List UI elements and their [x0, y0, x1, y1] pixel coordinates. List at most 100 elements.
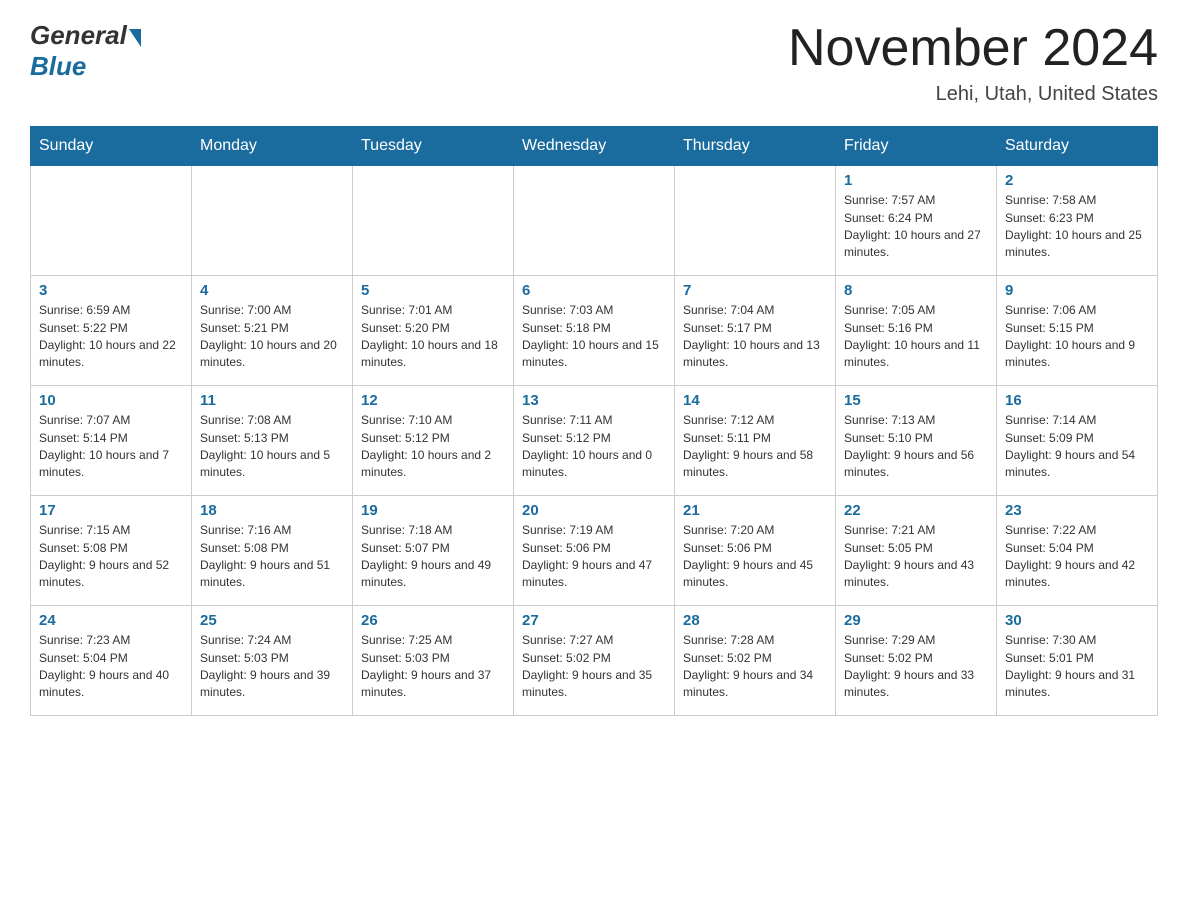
calendar-cell [31, 166, 192, 276]
day-number: 11 [200, 392, 344, 409]
calendar-cell: 27Sunrise: 7:27 AMSunset: 5:02 PMDayligh… [514, 606, 675, 716]
calendar-table: SundayMondayTuesdayWednesdayThursdayFrid… [30, 126, 1158, 716]
calendar-cell: 15 Sunrise: 7:13 AMSunset: 5:10 PMDayligh… [836, 386, 997, 496]
calendar-cell: 10 Sunrise: 7:07 AMSunset: 5:14 PMDayligh… [31, 386, 192, 496]
day-number: 23 [1005, 502, 1149, 519]
day-info: Sunrise: 7:12 AMSunset: 5:11 PMDaylight:… [683, 412, 827, 482]
calendar-cell: 6 Sunrise: 7:03 AMSunset: 5:18 PMDaylight… [514, 276, 675, 386]
day-info: Sunrise: 7:57 AMSunset: 6:24 PMDaylight:… [844, 192, 988, 262]
calendar-cell: 4Sunrise: 7:00 AMSunset: 5:21 PMDaylight… [192, 276, 353, 386]
logo: General Blue [30, 20, 141, 82]
weekday-header-wednesday: Wednesday [514, 127, 675, 166]
weekday-header-tuesday: Tuesday [353, 127, 514, 166]
logo-general-text: General [30, 20, 127, 51]
day-number: 9 [1005, 282, 1149, 299]
calendar-week-5: 24Sunrise: 7:23 AMSunset: 5:04 PMDayligh… [31, 606, 1158, 716]
day-number: 7 [683, 282, 827, 299]
day-number: 22 [844, 502, 988, 519]
calendar-week-4: 17 Sunrise: 7:15 AMSunset: 5:08 PMDayligh… [31, 496, 1158, 606]
calendar-cell: 19Sunrise: 7:18 AMSunset: 5:07 PMDayligh… [353, 496, 514, 606]
weekday-header-friday: Friday [836, 127, 997, 166]
weekday-header-row: SundayMondayTuesdayWednesdayThursdayFrid… [31, 127, 1158, 166]
day-info: Sunrise: 7:23 AMSunset: 5:04 PMDaylight:… [39, 632, 183, 702]
day-info: Sunrise: 7:16 AMSunset: 5:08 PMDaylight:… [200, 522, 344, 592]
day-info: Sunrise: 7:08 AMSunset: 5:13 PMDaylight:… [200, 412, 344, 482]
day-number: 25 [200, 612, 344, 629]
day-number: 14 [683, 392, 827, 409]
month-title: November 2024 [788, 20, 1158, 77]
calendar-cell: 21Sunrise: 7:20 AMSunset: 5:06 PMDayligh… [675, 496, 836, 606]
day-info: Sunrise: 7:01 AMSunset: 5:20 PMDaylight:… [361, 302, 505, 372]
calendar-cell: 13 Sunrise: 7:11 AMSunset: 5:12 PMDayligh… [514, 386, 675, 496]
day-number: 2 [1005, 172, 1149, 189]
calendar-cell: 7 Sunrise: 7:04 AMSunset: 5:17 PMDaylight… [675, 276, 836, 386]
day-number: 4 [200, 282, 344, 299]
day-number: 21 [683, 502, 827, 519]
day-info: Sunrise: 7:13 AMSunset: 5:10 PMDaylight:… [844, 412, 988, 482]
day-number: 27 [522, 612, 666, 629]
calendar-cell: 18 Sunrise: 7:16 AMSunset: 5:08 PMDayligh… [192, 496, 353, 606]
day-number: 3 [39, 282, 183, 299]
day-number: 17 [39, 502, 183, 519]
calendar-cell [675, 166, 836, 276]
calendar-cell: 28 Sunrise: 7:28 AMSunset: 5:02 PMDayligh… [675, 606, 836, 716]
weekday-header-sunday: Sunday [31, 127, 192, 166]
calendar-week-3: 10 Sunrise: 7:07 AMSunset: 5:14 PMDayligh… [31, 386, 1158, 496]
logo-arrow-icon [129, 29, 141, 47]
day-info: Sunrise: 7:14 AMSunset: 5:09 PMDaylight:… [1005, 412, 1149, 482]
calendar-cell: 2 Sunrise: 7:58 AMSunset: 6:23 PMDaylight… [997, 166, 1158, 276]
calendar-cell: 1 Sunrise: 7:57 AMSunset: 6:24 PMDaylight… [836, 166, 997, 276]
calendar-cell: 12 Sunrise: 7:10 AMSunset: 5:12 PMDayligh… [353, 386, 514, 496]
day-info: Sunrise: 7:10 AMSunset: 5:12 PMDaylight:… [361, 412, 505, 482]
day-info: Sunrise: 7:15 AMSunset: 5:08 PMDaylight:… [39, 522, 183, 592]
weekday-header-saturday: Saturday [997, 127, 1158, 166]
calendar-cell: 3 Sunrise: 6:59 AMSunset: 5:22 PMDaylight… [31, 276, 192, 386]
day-info: Sunrise: 7:25 AMSunset: 5:03 PMDaylight:… [361, 632, 505, 702]
day-info: Sunrise: 7:30 AMSunset: 5:01 PMDaylight:… [1005, 632, 1149, 702]
day-info: Sunrise: 7:19 AMSunset: 5:06 PMDaylight:… [522, 522, 666, 592]
calendar-cell: 20 Sunrise: 7:19 AMSunset: 5:06 PMDayligh… [514, 496, 675, 606]
day-info: Sunrise: 7:11 AMSunset: 5:12 PMDaylight:… [522, 412, 666, 482]
day-number: 8 [844, 282, 988, 299]
day-number: 30 [1005, 612, 1149, 629]
calendar-week-2: 3 Sunrise: 6:59 AMSunset: 5:22 PMDaylight… [31, 276, 1158, 386]
calendar-cell [353, 166, 514, 276]
calendar-week-1: 1 Sunrise: 7:57 AMSunset: 6:24 PMDaylight… [31, 166, 1158, 276]
day-number: 6 [522, 282, 666, 299]
day-info: Sunrise: 7:28 AMSunset: 5:02 PMDaylight:… [683, 632, 827, 702]
calendar-cell: 5 Sunrise: 7:01 AMSunset: 5:20 PMDaylight… [353, 276, 514, 386]
day-number: 28 [683, 612, 827, 629]
day-info: Sunrise: 7:22 AMSunset: 5:04 PMDaylight:… [1005, 522, 1149, 592]
day-info: Sunrise: 7:03 AMSunset: 5:18 PMDaylight:… [522, 302, 666, 372]
day-info: Sunrise: 7:21 AMSunset: 5:05 PMDaylight:… [844, 522, 988, 592]
day-number: 29 [844, 612, 988, 629]
day-number: 13 [522, 392, 666, 409]
day-info: Sunrise: 7:58 AMSunset: 6:23 PMDaylight:… [1005, 192, 1149, 262]
calendar-cell: 25 Sunrise: 7:24 AMSunset: 5:03 PMDayligh… [192, 606, 353, 716]
calendar-cell: 29Sunrise: 7:29 AMSunset: 5:02 PMDayligh… [836, 606, 997, 716]
day-number: 1 [844, 172, 988, 189]
day-info: Sunrise: 7:05 AMSunset: 5:16 PMDaylight:… [844, 302, 988, 372]
calendar-cell: 23 Sunrise: 7:22 AMSunset: 5:04 PMDayligh… [997, 496, 1158, 606]
weekday-header-thursday: Thursday [675, 127, 836, 166]
day-info: Sunrise: 7:07 AMSunset: 5:14 PMDaylight:… [39, 412, 183, 482]
day-info: Sunrise: 6:59 AMSunset: 5:22 PMDaylight:… [39, 302, 183, 372]
calendar-cell: 14 Sunrise: 7:12 AMSunset: 5:11 PMDayligh… [675, 386, 836, 496]
day-number: 20 [522, 502, 666, 519]
day-number: 18 [200, 502, 344, 519]
calendar-cell: 17 Sunrise: 7:15 AMSunset: 5:08 PMDayligh… [31, 496, 192, 606]
calendar-cell [514, 166, 675, 276]
page-header: General Blue November 2024 Lehi, Utah, U… [30, 20, 1158, 106]
day-number: 12 [361, 392, 505, 409]
calendar-cell: 8 Sunrise: 7:05 AMSunset: 5:16 PMDaylight… [836, 276, 997, 386]
calendar-cell: 11 Sunrise: 7:08 AMSunset: 5:13 PMDayligh… [192, 386, 353, 496]
logo-blue-text: Blue [30, 51, 86, 82]
day-number: 10 [39, 392, 183, 409]
day-number: 5 [361, 282, 505, 299]
day-info: Sunrise: 7:24 AMSunset: 5:03 PMDaylight:… [200, 632, 344, 702]
calendar-cell: 30 Sunrise: 7:30 AMSunset: 5:01 PMDayligh… [997, 606, 1158, 716]
day-info: Sunrise: 7:04 AMSunset: 5:17 PMDaylight:… [683, 302, 827, 372]
title-block: November 2024 Lehi, Utah, United States [788, 20, 1158, 106]
day-number: 16 [1005, 392, 1149, 409]
day-number: 15 [844, 392, 988, 409]
